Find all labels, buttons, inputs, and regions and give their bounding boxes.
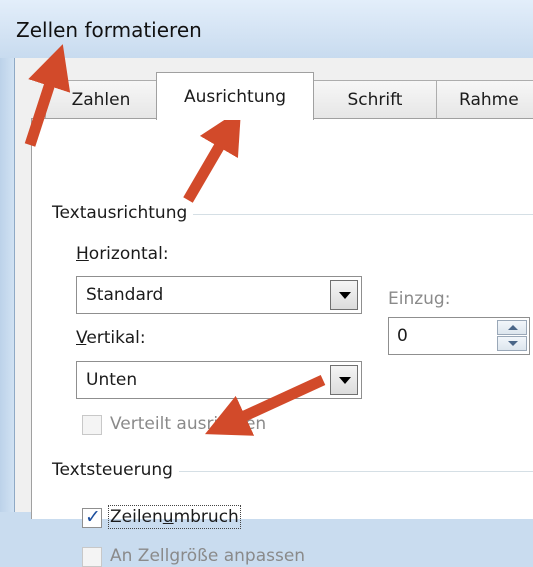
spin-up-icon[interactable]: [497, 320, 527, 335]
group-label-textausrichtung: Textausrichtung: [52, 203, 194, 223]
tab-ausrichtung[interactable]: Ausrichtung: [156, 72, 314, 120]
indent-value: 0: [397, 326, 408, 346]
chevron-down-icon[interactable]: [330, 280, 358, 310]
window-frame: [0, 58, 15, 512]
wrap-checkbox[interactable]: [82, 506, 102, 528]
indent-stepper[interactable]: 0: [388, 317, 530, 355]
tab-strip: Zahlen Ausrichtung Schrift Rahme: [15, 58, 533, 120]
horizontal-label: Horizontal:: [76, 244, 169, 264]
title-bar: Zellen formatieren: [0, 0, 533, 58]
vertical-select-value: Unten: [86, 370, 138, 390]
distributed-checkbox[interactable]: [82, 415, 102, 435]
vertical-label: Vertikal:: [76, 328, 146, 348]
tab-schrift[interactable]: Schrift: [313, 80, 437, 118]
indent-label: Einzug:: [388, 289, 451, 309]
distributed-label: Verteilt ausrichten: [110, 414, 267, 434]
chevron-down-icon[interactable]: [330, 365, 358, 395]
tab-zahlen[interactable]: Zahlen: [45, 80, 157, 118]
group-label-textsteuerung: Textsteuerung: [52, 460, 179, 480]
dialog-title: Zellen formatieren: [16, 18, 202, 42]
vertical-select[interactable]: Unten: [76, 361, 362, 399]
tab-rahmen[interactable]: Rahme: [436, 80, 533, 118]
spin-down-icon[interactable]: [497, 336, 527, 351]
wrap-label[interactable]: Zeilenumbruch: [108, 505, 241, 529]
indent-spin-buttons: [497, 320, 527, 352]
horizontal-select[interactable]: Standard: [76, 276, 362, 314]
shrink-label: An Zellgröße anpassen: [110, 546, 306, 566]
dialog-content: Zahlen Ausrichtung Schrift Rahme Textaus…: [15, 58, 533, 567]
horizontal-select-value: Standard: [86, 285, 164, 305]
tab-panel-ausrichtung: Textausrichtung Horizontal: Standard Ein…: [31, 118, 533, 567]
shrink-checkbox[interactable]: [82, 547, 102, 567]
